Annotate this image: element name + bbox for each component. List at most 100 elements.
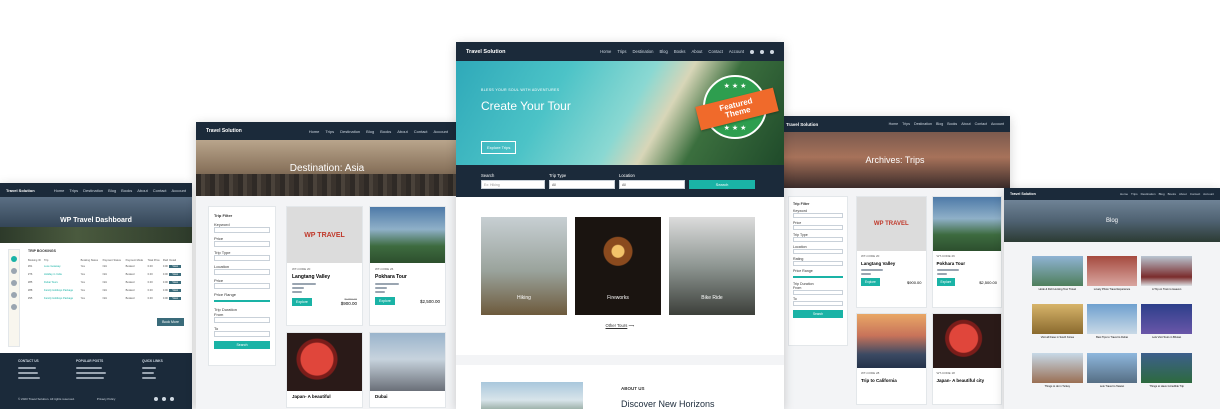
brand-logo[interactable]: Travel Solution xyxy=(466,49,505,55)
nav-trips[interactable]: Trips xyxy=(69,188,78,193)
blog-post[interactable]: Things to do in Turkey xyxy=(1032,352,1083,395)
trip-link[interactable]: Holiday in India xyxy=(44,270,81,278)
location-select[interactable]: All xyxy=(619,180,685,189)
nav-home[interactable]: Home xyxy=(889,122,899,126)
brand-logo[interactable]: Travel Solution xyxy=(6,188,35,193)
account-icon[interactable] xyxy=(11,292,17,298)
book-more-button[interactable]: Book More xyxy=(157,318,184,326)
trip-title[interactable]: Pokhara Tour xyxy=(375,274,440,280)
view-button[interactable]: View xyxy=(169,280,181,284)
nav-destination[interactable]: Destination xyxy=(340,129,360,134)
filter-search-button[interactable]: Search xyxy=(793,310,843,318)
view-button[interactable]: View xyxy=(169,272,181,276)
trip-card[interactable]: WT-CODE 28 Trip to California xyxy=(856,313,927,405)
post-line[interactable] xyxy=(76,377,104,379)
arrow-right-icon[interactable]: ⟶ xyxy=(628,323,634,328)
trip-link[interactable]: Dubai Tours xyxy=(44,278,81,286)
explore-button[interactable]: Explore xyxy=(375,297,395,305)
post-line[interactable] xyxy=(76,367,102,369)
explore-button[interactable]: Explore xyxy=(936,278,956,286)
blog-post[interactable]: Lets Visit Tours in Bhutan xyxy=(1141,304,1192,346)
type-card-fireworks[interactable]: Fireworks xyxy=(575,217,661,315)
price-input[interactable] xyxy=(214,241,270,247)
nav-about[interactable]: About xyxy=(397,129,407,134)
to-date-input[interactable] xyxy=(793,301,843,306)
trip-link[interactable]: Luxe Getaway xyxy=(44,262,81,270)
nav-account[interactable]: Account xyxy=(434,129,448,134)
view-button[interactable]: View xyxy=(169,288,181,292)
facebook-icon[interactable] xyxy=(750,49,754,54)
nav-trips[interactable]: Trips xyxy=(1131,192,1138,196)
post-title[interactable]: Best Tips to Travel to Dubai xyxy=(1087,336,1138,339)
nav-account[interactable]: Account xyxy=(991,122,1004,126)
nav-contact[interactable]: Contact xyxy=(1190,192,1200,196)
brand-logo[interactable]: Travel Solution xyxy=(1010,192,1036,196)
post-title[interactable]: Things to do in Turkey xyxy=(1032,385,1083,388)
nav-about[interactable]: About xyxy=(1179,192,1187,196)
keyword-input[interactable] xyxy=(793,213,843,218)
trip-card[interactable]: Dubai xyxy=(369,332,446,408)
blog-post[interactable]: Lovely Photo Travel Experience xyxy=(1086,256,1138,298)
payments-icon[interactable] xyxy=(11,268,17,274)
location-select[interactable] xyxy=(214,269,270,275)
nav-home[interactable]: Home xyxy=(1120,192,1128,196)
nav-home[interactable]: Home xyxy=(600,49,611,54)
brand-logo[interactable]: Travel Solution xyxy=(786,122,818,127)
trip-card[interactable]: WT-CODE 26 Pokhara Tour Explore $2,500.0… xyxy=(369,206,446,326)
nav-contact[interactable]: Contact xyxy=(708,49,722,54)
trip-title[interactable]: Langtang Valley xyxy=(292,274,357,280)
nav-account[interactable]: Account xyxy=(1203,192,1214,196)
nav-destination[interactable]: Destination xyxy=(914,122,932,126)
trip-card[interactable]: WP TRAVEL WT-CODE 20 Langtang Valley Exp… xyxy=(286,206,363,326)
nav-blog[interactable]: Blog xyxy=(936,122,943,126)
nav-trips[interactable]: Trips xyxy=(325,129,334,134)
trip-link[interactable]: Family Holidays Package xyxy=(44,286,81,294)
nav-books[interactable]: Books xyxy=(947,122,957,126)
search-input[interactable]: Ex: Hiking xyxy=(481,180,545,189)
explore-button[interactable]: Explore xyxy=(861,278,880,286)
search-button[interactable]: Search xyxy=(689,180,755,189)
trip-card[interactable]: WT-CODE 26 Pokhara Tour Explore $2,500.0… xyxy=(931,196,1002,308)
brand-logo[interactable]: Travel Solution xyxy=(206,128,242,134)
youtube-icon[interactable] xyxy=(770,49,774,54)
facebook-icon[interactable] xyxy=(154,397,158,401)
post-title[interactable]: Things to Have Incredible Trip xyxy=(1141,385,1192,388)
keyword-input[interactable] xyxy=(214,227,270,233)
nav-blog[interactable]: Blog xyxy=(366,129,374,134)
blog-post[interactable]: Best Tips to Travel to Dubai xyxy=(1086,304,1138,346)
trip-title[interactable]: Japan- A beautiful xyxy=(287,391,362,402)
trip-title[interactable]: Japan- A beautiful city xyxy=(937,378,998,383)
trip-card[interactable]: WT-CODE 18 Japan- A beautiful city xyxy=(931,313,1002,405)
trip-title[interactable]: Dubai xyxy=(370,391,445,402)
post-title[interactable]: Visit all these in South Korea xyxy=(1032,336,1083,339)
trip-link[interactable]: Family Holidays Package xyxy=(44,294,81,302)
filter-search-button[interactable]: Search xyxy=(214,341,270,349)
twitter-icon[interactable] xyxy=(162,397,166,401)
type-card-bike-ride[interactable]: Bike Ride xyxy=(669,217,755,315)
price-select[interactable] xyxy=(214,283,270,289)
nav-contact[interactable]: Contact xyxy=(414,129,428,134)
nav-contact[interactable]: Contact xyxy=(975,122,987,126)
nav-about[interactable]: About xyxy=(691,49,702,54)
price-input[interactable] xyxy=(793,225,843,230)
trip-card[interactable]: Japan- A beautiful xyxy=(286,332,363,408)
nav-home[interactable]: Home xyxy=(54,188,65,193)
post-line[interactable] xyxy=(76,372,106,374)
location-select[interactable] xyxy=(793,249,843,254)
explore-trips-button[interactable]: Explore Trips xyxy=(481,141,517,154)
trip-type-select[interactable] xyxy=(793,237,843,242)
nav-about[interactable]: About xyxy=(961,122,970,126)
nav-about[interactable]: About xyxy=(137,188,147,193)
from-date-input[interactable] xyxy=(793,290,843,295)
post-title[interactable]: Lets Visit Tours in Bhutan xyxy=(1141,336,1192,339)
quick-link[interactable] xyxy=(142,377,156,379)
post-title[interactable]: Hook & Fish Hunting Tour Travel xyxy=(1032,288,1083,291)
trip-type-select[interactable]: All xyxy=(549,180,615,189)
linkedin-icon[interactable] xyxy=(170,397,174,401)
nav-account[interactable]: Account xyxy=(729,49,744,54)
nav-books[interactable]: Books xyxy=(121,188,132,193)
nav-home[interactable]: Home xyxy=(309,129,320,134)
other-tours-link[interactable]: Other Tours xyxy=(606,323,628,328)
nav-trips[interactable]: Trips xyxy=(617,49,626,54)
price-range-slider[interactable] xyxy=(793,276,843,278)
